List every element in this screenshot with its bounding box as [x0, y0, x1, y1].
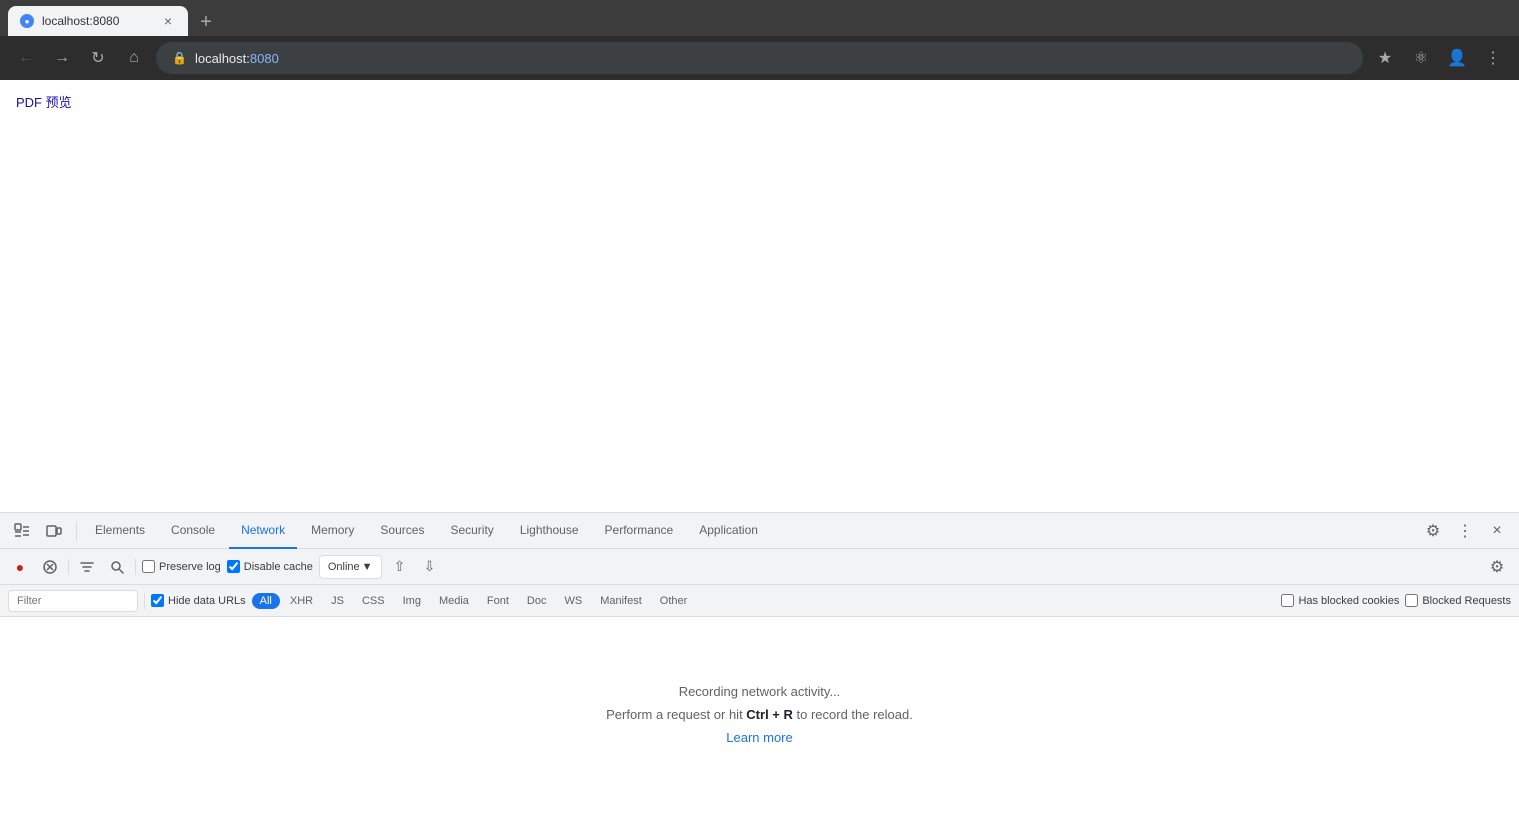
network-throttle-value: Online — [328, 561, 360, 573]
tab-lighthouse[interactable]: Lighthouse — [508, 513, 591, 549]
filter-type-font[interactable]: Font — [479, 593, 517, 609]
filter-type-css[interactable]: CSS — [354, 593, 393, 609]
filter-type-xhr[interactable]: XHR — [282, 593, 321, 609]
perform-prefix: Perform a request or hit — [606, 707, 746, 722]
preserve-log-label: Preserve log — [159, 561, 221, 573]
tab-title: localhost:8080 — [42, 14, 152, 28]
recording-text: Recording network activity... — [679, 684, 841, 699]
filter-type-media[interactable]: Media — [431, 593, 477, 609]
has-blocked-cookies-label[interactable]: Has blocked cookies — [1281, 594, 1399, 607]
hide-data-urls-text: Hide data URLs — [168, 595, 246, 607]
preserve-log-checkbox-label[interactable]: Preserve log — [142, 560, 221, 573]
upload-button[interactable]: ⇧ — [388, 555, 412, 579]
record-button[interactable]: ● — [8, 555, 32, 579]
filter-type-all[interactable]: All — [252, 593, 280, 609]
network-toolbar: ● Preserve log — [0, 549, 1519, 585]
filter-type-ws[interactable]: WS — [556, 593, 590, 609]
filter-bar: Hide data URLs All XHR JS CSS Img Media … — [0, 585, 1519, 617]
extensions-button[interactable]: ⚛ — [1407, 44, 1435, 72]
devtools-tabs: Elements Console Network Memory Sources … — [0, 513, 1519, 549]
tab-console[interactable]: Console — [159, 513, 227, 549]
network-settings-button[interactable]: ⚙ — [1483, 553, 1511, 581]
tab-security[interactable]: Security — [438, 513, 505, 549]
blocked-requests-checkbox[interactable] — [1405, 594, 1418, 607]
filter-type-doc[interactable]: Doc — [519, 593, 555, 609]
inspect-element-button[interactable] — [8, 517, 36, 545]
network-throttle-dropdown[interactable]: Online ▼ — [319, 555, 382, 579]
filter-separator — [144, 593, 145, 609]
home-button[interactable]: ⌂ — [120, 44, 148, 72]
blocked-requests-text: Blocked Requests — [1422, 595, 1511, 607]
tab-network[interactable]: Network — [229, 513, 297, 549]
filter-type-other[interactable]: Other — [652, 593, 696, 609]
tab-bar: ● localhost:8080 × + — [0, 0, 1519, 36]
hide-data-urls-checkbox[interactable] — [151, 594, 164, 607]
back-button[interactable]: ← — [12, 44, 40, 72]
pdf-preview-link[interactable]: PDF 预览 — [16, 92, 72, 111]
profile-button[interactable]: 👤 — [1443, 44, 1471, 72]
download-button[interactable]: ⇩ — [418, 555, 442, 579]
preserve-log-checkbox[interactable] — [142, 560, 155, 573]
forward-button[interactable]: → — [48, 44, 76, 72]
devtools-panel: Elements Console Network Memory Sources … — [0, 512, 1519, 812]
new-tab-button[interactable]: + — [192, 8, 220, 36]
search-button[interactable] — [105, 555, 129, 579]
disable-cache-label: Disable cache — [244, 561, 313, 573]
menu-button[interactable]: ⋮ — [1479, 44, 1507, 72]
perform-shortcut: Ctrl + R — [746, 707, 793, 722]
tab-memory[interactable]: Memory — [299, 513, 366, 549]
refresh-button[interactable]: ↻ — [84, 44, 112, 72]
chevron-down-icon: ▼ — [362, 561, 373, 573]
bookmark-button[interactable]: ★ — [1371, 44, 1399, 72]
tab-favicon: ● — [20, 14, 34, 28]
url-highlight: 8080 — [250, 51, 279, 66]
filter-types: All XHR JS CSS Img Media Font Doc WS Man… — [252, 593, 696, 609]
disable-cache-checkbox-label[interactable]: Disable cache — [227, 560, 313, 573]
tab-performance[interactable]: Performance — [593, 513, 686, 549]
tab-elements[interactable]: Elements — [83, 513, 157, 549]
disable-cache-checkbox[interactable] — [227, 560, 240, 573]
has-blocked-cookies-text: Has blocked cookies — [1298, 595, 1399, 607]
devtools-settings-button[interactable]: ⚙ — [1419, 517, 1447, 545]
devtools-more-button[interactable]: ⋮ — [1451, 517, 1479, 545]
tab-application[interactable]: Application — [687, 513, 770, 549]
has-blocked-cookies-checkbox[interactable] — [1281, 594, 1294, 607]
filter-input[interactable] — [8, 590, 138, 612]
browser-tab[interactable]: ● localhost:8080 × — [8, 6, 188, 36]
perform-text: Perform a request or hit Ctrl + R to rec… — [606, 707, 913, 722]
filter-type-manifest[interactable]: Manifest — [592, 593, 650, 609]
devtools-right-controls: ⚙ ⋮ × — [1419, 517, 1511, 545]
lock-icon: 🔒 — [172, 51, 187, 65]
url-bar[interactable]: 🔒 localhost:8080 — [156, 42, 1363, 74]
hide-data-urls-label[interactable]: Hide data URLs — [151, 594, 246, 607]
devtools-close-button[interactable]: × — [1483, 517, 1511, 545]
filter-type-img[interactable]: Img — [395, 593, 429, 609]
tab-sources[interactable]: Sources — [368, 513, 436, 549]
filter-type-js[interactable]: JS — [323, 593, 352, 609]
toolbar-separator-2 — [135, 559, 136, 575]
learn-more-link[interactable]: Learn more — [726, 730, 792, 745]
devtools-left-controls — [8, 517, 81, 545]
device-toolbar-button[interactable] — [40, 517, 68, 545]
network-content-area: Recording network activity... Perform a … — [0, 617, 1519, 812]
clear-button[interactable] — [38, 555, 62, 579]
page-content: PDF 预览 — [0, 80, 1519, 512]
address-bar: ← → ↻ ⌂ 🔒 localhost:8080 ★ ⚛ 👤 ⋮ — [0, 36, 1519, 80]
blocked-requests-label[interactable]: Blocked Requests — [1405, 594, 1511, 607]
url-prefix: localhost: — [195, 51, 250, 66]
filter-button[interactable] — [75, 555, 99, 579]
url-text: localhost:8080 — [195, 51, 279, 66]
tab-close-button[interactable]: × — [160, 13, 176, 29]
toolbar-separator-1 — [68, 559, 69, 575]
perform-suffix: to record the reload. — [793, 707, 913, 722]
separator — [76, 521, 77, 541]
filter-right: Has blocked cookies Blocked Requests — [1281, 594, 1511, 607]
